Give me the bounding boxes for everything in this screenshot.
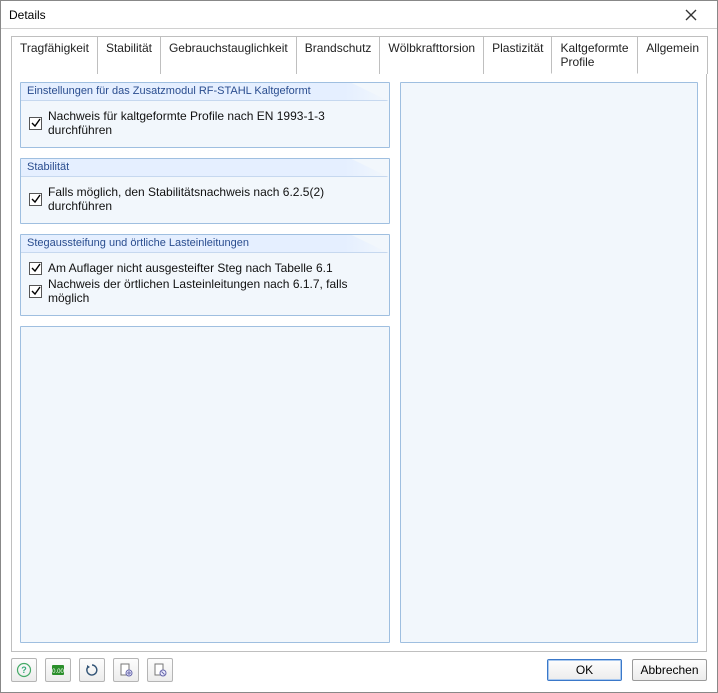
tab-allgemein[interactable]: Allgemein — [637, 36, 708, 74]
tab-strip: Tragfähigkeit Stabilität Gebrauchstaugli… — [11, 35, 707, 73]
checkbox-icon — [29, 262, 42, 275]
group-module-title: Einstellungen für das Zusatzmodul RF-STA… — [21, 83, 389, 101]
tab-gebrauchstauglichkeit[interactable]: Gebrauchstauglichkeit — [160, 36, 297, 74]
close-icon — [685, 9, 697, 21]
svg-text:0.00: 0.00 — [52, 669, 64, 675]
group-stiffener-title: Stegaussteifung und örtliche Lasteinleit… — [21, 235, 389, 253]
check-stability-625-label: Falls möglich, den Stabilitätsnachweis n… — [48, 185, 381, 213]
reset-icon — [84, 662, 100, 678]
right-column — [400, 82, 699, 643]
svg-text:?: ? — [21, 665, 27, 675]
checkbox-icon — [29, 285, 42, 298]
check-nachweis-en1993-label: Nachweis für kaltgeformte Profile nach E… — [48, 109, 381, 137]
tab-panel-kaltgeformte-profile: Einstellungen für das Zusatzmodul RF-STA… — [11, 73, 707, 652]
check-auflager-tabelle61[interactable]: Am Auflager nicht ausgesteifter Steg nac… — [29, 261, 381, 275]
check-lasteinleitungen-617-label: Nachweis der örtlichen Lasteinleitungen … — [48, 277, 381, 305]
details-dialog: Details Tragfähigkeit Stabilität Gebrauc… — [0, 0, 718, 693]
left-column: Einstellungen für das Zusatzmodul RF-STA… — [20, 82, 390, 643]
page-norm-icon — [118, 662, 134, 678]
tab-brandschutz[interactable]: Brandschutz — [296, 36, 381, 74]
empty-panel-right — [400, 82, 699, 643]
window-title: Details — [9, 8, 671, 22]
group-module-settings: Einstellungen für das Zusatzmodul RF-STA… — [20, 82, 390, 148]
check-lasteinleitungen-617[interactable]: Nachweis der örtlichen Lasteinleitungen … — [29, 277, 381, 305]
load-default-button[interactable] — [147, 658, 173, 682]
check-nachweis-en1993[interactable]: Nachweis für kaltgeformte Profile nach E… — [29, 109, 381, 137]
titlebar: Details — [1, 1, 717, 29]
ok-button[interactable]: OK — [547, 659, 622, 681]
cancel-button[interactable]: Abbrechen — [632, 659, 707, 681]
help-button[interactable]: ? — [11, 658, 37, 682]
page-norm-icon — [152, 662, 168, 678]
group-stability: Stabilität Falls möglich, den Stabilität… — [20, 158, 390, 224]
tab-plastizitaet[interactable]: Plastizität — [483, 36, 552, 74]
group-stability-title: Stabilität — [21, 159, 389, 177]
help-icon: ? — [16, 662, 32, 678]
group-stiffener: Stegaussteifung und örtliche Lasteinleit… — [20, 234, 390, 316]
content-area: Tragfähigkeit Stabilität Gebrauchstaugli… — [1, 29, 717, 654]
tab-kaltgeformte-profile[interactable]: Kaltgeformte Profile — [551, 36, 638, 74]
checkbox-icon — [29, 117, 42, 130]
checkbox-icon — [29, 193, 42, 206]
check-auflager-tabelle61-label: Am Auflager nicht ausgesteifter Steg nac… — [48, 261, 333, 275]
tab-stabilitaet[interactable]: Stabilität — [97, 36, 161, 74]
empty-panel-left — [20, 326, 390, 643]
tab-tragfaehigkeit[interactable]: Tragfähigkeit — [11, 36, 98, 74]
units-icon: 0.00 — [50, 662, 66, 678]
close-button[interactable] — [671, 4, 711, 26]
save-default-button[interactable] — [113, 658, 139, 682]
units-button[interactable]: 0.00 — [45, 658, 71, 682]
footer: ? 0.00 — [1, 654, 717, 692]
reset-defaults-button[interactable] — [79, 658, 105, 682]
check-stability-625[interactable]: Falls möglich, den Stabilitätsnachweis n… — [29, 185, 381, 213]
tab-woelbkrafttorsion[interactable]: Wölbkrafttorsion — [379, 36, 484, 74]
